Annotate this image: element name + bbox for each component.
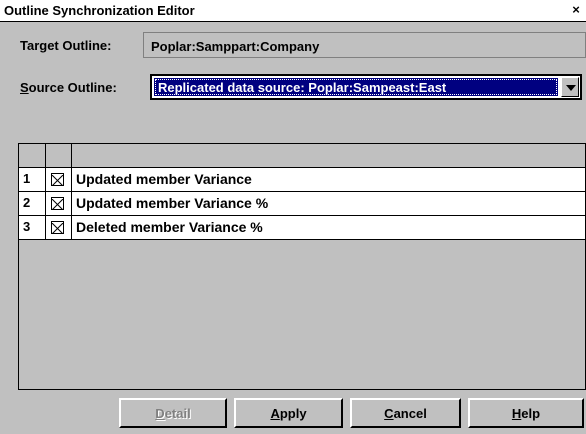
dropdown-arrow-button[interactable] — [561, 77, 579, 97]
source-outline-label: Source Outline: — [20, 80, 117, 95]
target-outline-value: Poplar:Samppart:Company — [151, 39, 320, 54]
cancel-button[interactable]: Cancel — [350, 398, 461, 428]
grid-header — [19, 144, 585, 168]
checkbox[interactable] — [51, 197, 64, 211]
grid-header-check — [46, 144, 72, 167]
sync-changes-grid: 1 Updated member Variance 2 Updated memb… — [18, 143, 586, 390]
title-bar: Outline Synchronization Editor × — [0, 0, 586, 22]
source-outline-dropdown[interactable]: Replicated data source: Poplar:Sampeast:… — [150, 74, 582, 100]
checkbox[interactable] — [51, 173, 64, 187]
source-outline-selected: Replicated data source: Poplar:Sampeast:… — [154, 78, 558, 96]
table-row[interactable]: 1 Updated member Variance — [19, 168, 585, 192]
chevron-down-icon — [566, 85, 576, 91]
table-row[interactable]: 3 Deleted member Variance % — [19, 216, 585, 240]
checkbox[interactable] — [51, 221, 64, 235]
row-number: 2 — [19, 192, 46, 215]
row-number: 1 — [19, 168, 46, 191]
help-button[interactable]: Help — [468, 398, 584, 428]
target-outline-field: Poplar:Samppart:Company — [143, 32, 586, 58]
target-outline-label: Target Outline: — [20, 38, 112, 53]
row-text: Updated member Variance — [76, 171, 252, 187]
row-text: Deleted member Variance % — [76, 219, 263, 235]
grid-header-num — [19, 144, 46, 167]
apply-button[interactable]: Apply — [234, 398, 343, 428]
close-icon[interactable]: × — [569, 3, 583, 17]
window-title: Outline Synchronization Editor — [4, 3, 195, 18]
detail-button[interactable]: Detail — [119, 398, 227, 428]
row-text: Updated member Variance % — [76, 195, 269, 211]
table-row[interactable]: 2 Updated member Variance % — [19, 192, 585, 216]
row-number: 3 — [19, 216, 46, 239]
check-x-icon — [51, 198, 64, 211]
check-x-icon — [51, 222, 64, 235]
check-x-icon — [51, 174, 64, 187]
